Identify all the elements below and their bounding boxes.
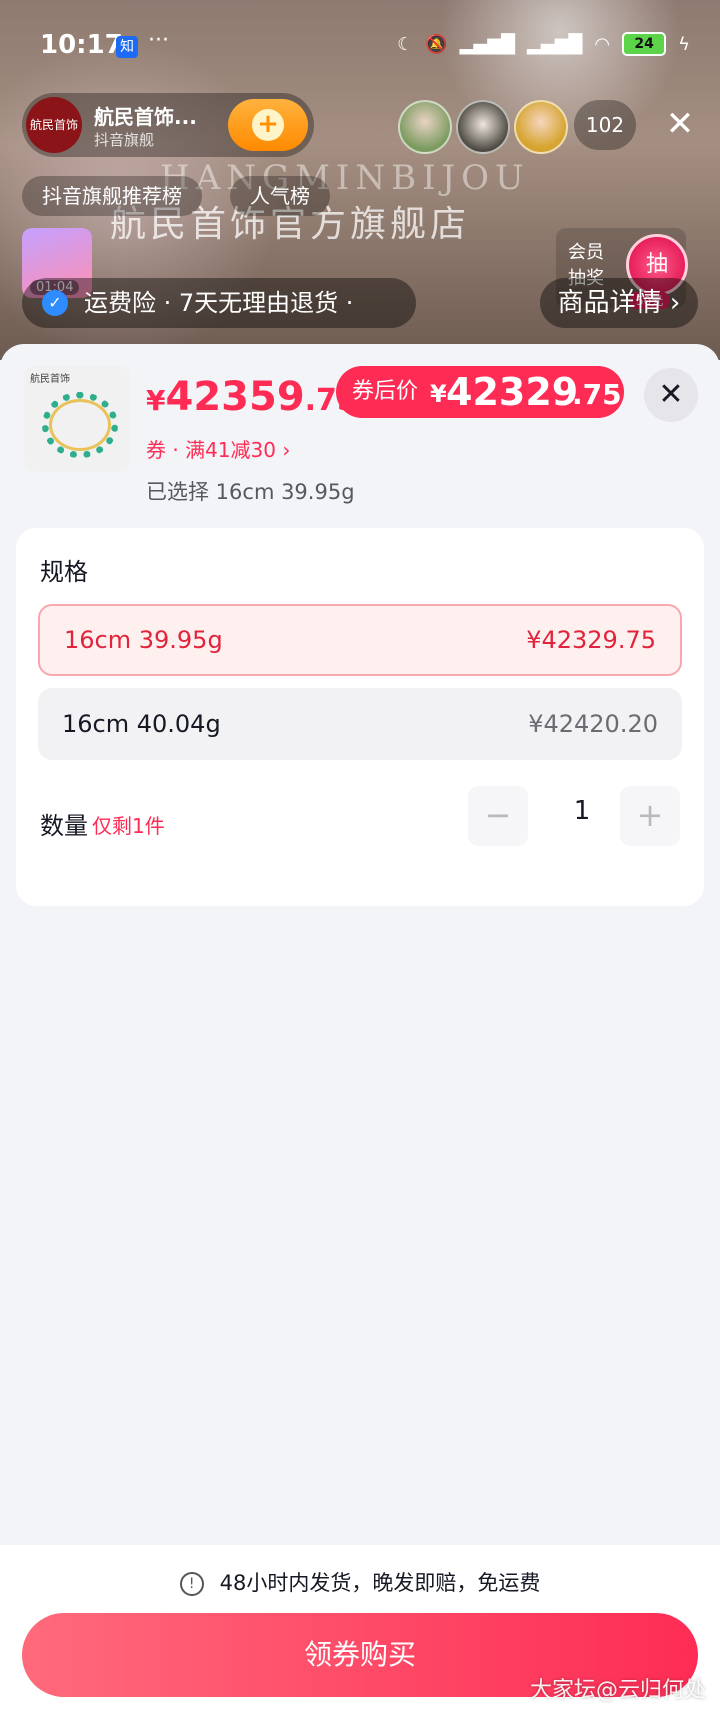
coupon-price-currency: ¥ <box>430 380 447 408</box>
shipping-notice: ! 48小时内发货，晚发即赔，免运费 <box>0 1567 720 1597</box>
status-bar: 10:17 知 ··· ☾ 🔕 ▂▄▆█ ▂▄▆█ ◠ 24 ϟ <box>0 0 720 90</box>
original-price: ¥42359.75 <box>146 374 358 420</box>
shipping-notice-text: 48小时内发货，晚发即赔，免运费 <box>219 1571 541 1595</box>
moon-icon: ☾ <box>397 33 414 55</box>
more-notifications-icon: ··· <box>148 28 169 53</box>
spec-option-price: ¥42329.75 <box>526 626 656 654</box>
spec-option-label: 16cm 39.95g <box>64 626 223 654</box>
watermark: 大家坛@云归何处 <box>529 1678 706 1703</box>
signal-icon: ▂▄▆█ <box>459 33 516 55</box>
viewer-avatar[interactable] <box>456 100 510 154</box>
spec-card: 规格 16cm 39.95g ¥42329.75 16cm 40.04g ¥42… <box>16 528 704 906</box>
rank-tag-popular[interactable]: 人气榜 <box>230 176 330 216</box>
shop-name: 航民首饰... <box>94 105 197 129</box>
coupon-price-integer: 42329 <box>446 370 579 414</box>
status-icons: ☾ 🔕 ▂▄▆█ ▂▄▆█ ◠ 24 ϟ <box>397 32 690 56</box>
close-live-icon[interactable]: ✕ <box>660 104 700 144</box>
coupon-price-decimal: .75 <box>572 378 622 411</box>
quantity-label: 数量 <box>40 812 88 840</box>
info-icon: ! <box>179 1572 204 1596</box>
wifi-icon: ◠ <box>594 33 611 55</box>
product-detail-button[interactable]: 商品详情 › <box>540 278 698 328</box>
member-label: 会员 <box>568 242 604 263</box>
viewer-count[interactable]: 102 <box>574 100 636 150</box>
price-integer: 42359 <box>165 374 305 420</box>
status-time: 10:17 <box>40 30 123 60</box>
stock-note: 仅剩1件 <box>92 814 165 838</box>
quantity-plus-button[interactable]: + <box>620 786 680 846</box>
quantity-value[interactable]: 1 <box>562 796 602 826</box>
spec-option-label: 16cm 40.04g <box>62 710 221 738</box>
shop-info-pill[interactable]: 航民首饰 航民首饰... 抖音旗舰 + <box>22 93 314 157</box>
price-currency: ¥ <box>146 384 166 417</box>
viewer-avatar[interactable] <box>514 100 568 154</box>
selected-spec-text: 已选择 16cm 39.95g <box>146 480 355 504</box>
spec-option-selected[interactable]: 16cm 39.95g ¥42329.75 <box>38 604 682 676</box>
product-thumbnail[interactable]: 航民首饰 <box>24 366 130 472</box>
spec-option[interactable]: 16cm 40.04g ¥42420.20 <box>38 688 682 760</box>
close-sheet-icon[interactable]: ✕ <box>644 368 698 422</box>
battery-icon: 24 <box>622 32 667 56</box>
spec-title: 规格 <box>40 558 88 586</box>
coupon-price-label: 券后价 <box>352 379 419 404</box>
check-shield-icon: ✓ <box>42 290 68 316</box>
sku-selection-sheet: 航民首饰 ¥42359.75 券后价 ¥ 42329 .75 ✕ 券 · 满41… <box>0 344 720 1713</box>
signal-icon-2: ▂▄▆█ <box>527 33 583 55</box>
shop-logo[interactable]: 航民首饰 <box>26 97 82 153</box>
charging-icon: ϟ <box>678 33 690 55</box>
quantity-minus-button[interactable]: − <box>468 786 528 846</box>
follow-button[interactable]: + <box>228 99 308 151</box>
bracelet-image <box>42 392 118 458</box>
viewer-avatar[interactable] <box>398 100 452 154</box>
heart-plus-icon: + <box>252 109 284 141</box>
zhihu-notification-icon: 知 <box>116 36 138 58</box>
service-guarantee-text: 运费险 · 7天无理由退货 · <box>84 289 354 317</box>
service-guarantee-pill[interactable]: ✓ 运费险 · 7天无理由退货 · <box>22 278 416 328</box>
shop-subtitle: 抖音旗舰 <box>94 131 155 149</box>
coupon-price-badge: 券后价 ¥ 42329 .75 <box>336 366 624 418</box>
coupon-rule-link[interactable]: 券 · 满41减30 › <box>146 434 290 463</box>
mute-icon: 🔕 <box>425 33 448 55</box>
rank-tag-recommend[interactable]: 抖音旗舰推荐榜 <box>22 176 202 216</box>
thumbnail-brand: 航民首饰 <box>30 374 70 385</box>
store-banner-english: HANGMINBIJOU <box>160 158 530 198</box>
spec-option-price: ¥42420.20 <box>528 710 658 738</box>
